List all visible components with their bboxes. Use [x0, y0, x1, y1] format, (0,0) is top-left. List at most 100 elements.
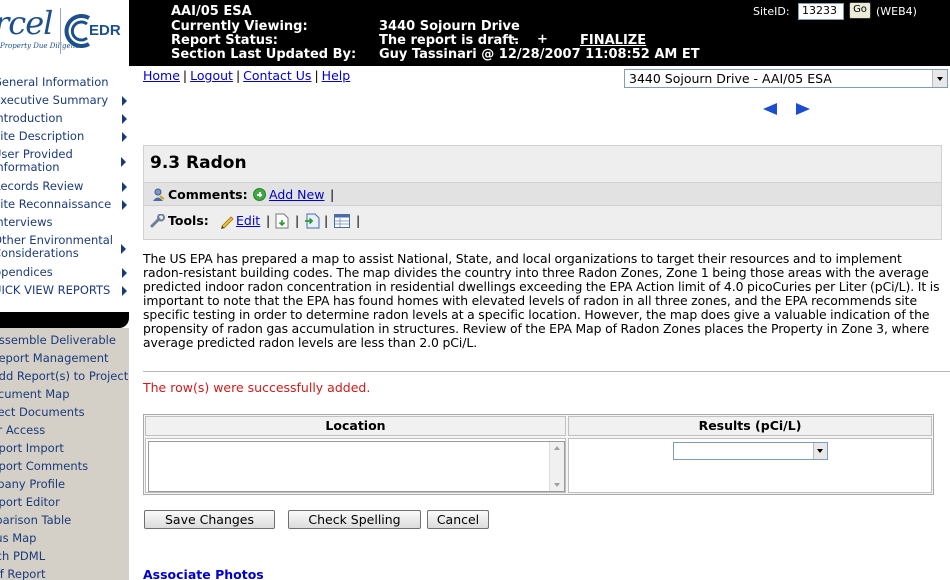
dropdown-arrow-icon — [813, 443, 827, 459]
column-header-results: Results (pCi/L) — [568, 416, 932, 436]
report-section-nav: General Information Executive Summary In… — [0, 66, 129, 326]
status-message: The row(s) were successfully added. — [143, 380, 371, 395]
nav-item-appendices[interactable]: Appendices — [0, 266, 129, 279]
link-separator: | — [235, 68, 241, 83]
chevron-right-icon — [121, 244, 126, 254]
export-document-icon[interactable] — [275, 213, 289, 229]
scrollbar[interactable] — [549, 442, 564, 491]
nav-item-records-review[interactable]: Records Review — [0, 180, 129, 193]
nav-project-documents[interactable]: Project Documents — [0, 405, 129, 419]
results-select[interactable] — [673, 442, 828, 460]
chevron-right-icon — [122, 114, 127, 124]
chevron-right-icon — [121, 157, 126, 167]
add-new-comment-link[interactable]: Add New — [269, 187, 324, 202]
nav-report-editor[interactable]: Report Editor — [0, 495, 129, 509]
siteid-input[interactable]: 13233 — [798, 3, 844, 20]
nav-item-general-information[interactable]: General Information — [0, 76, 129, 89]
nav-item-user-provided-information[interactable]: User Provided Information — [0, 148, 105, 176]
nav-company-profile[interactable]: Company Profile — [0, 477, 129, 491]
company-logo[interactable]: rcel Property Due Diligence EDR — [0, 0, 129, 66]
nav-report-import[interactable]: Report Import — [0, 441, 129, 455]
report-select-value: 3440 Sojourn Drive - AAI/05 ESA — [629, 71, 832, 86]
section-title: 9.3 Radon — [150, 153, 247, 173]
contact-us-link[interactable]: Contact Us — [243, 68, 311, 83]
go-button[interactable]: Go — [849, 2, 871, 19]
nav-item-executive-summary[interactable]: Executive Summary — [0, 94, 129, 107]
home-link[interactable]: Home — [143, 68, 180, 83]
nav-item-site-description[interactable]: Site Description — [0, 130, 129, 143]
table-cell-location — [145, 438, 566, 493]
previous-section-icon[interactable] — [763, 103, 777, 115]
nav-user-access[interactable]: User Access — [0, 423, 129, 437]
table-icon[interactable] — [334, 214, 350, 228]
check-spelling-button[interactable]: Check Spelling — [288, 510, 421, 529]
logo-edr-text: EDR — [89, 22, 121, 39]
table-cell-results — [568, 438, 932, 493]
cancel-button[interactable]: Cancel — [427, 510, 489, 529]
section-panel: 9.3 Radon Comments: Add New | Tools: Edi… — [143, 145, 942, 240]
scroll-down-icon[interactable] — [554, 483, 560, 487]
server-label: (WEB4) — [876, 5, 917, 18]
nav-report-management[interactable]: Report Management — [0, 351, 129, 365]
dropdown-arrow-icon — [932, 70, 947, 87]
logout-link[interactable]: Logout — [190, 68, 233, 83]
collapse-status-button[interactable]: – — [512, 33, 519, 47]
nav-add-reports-to-project[interactable]: Add Report(s) to Project — [0, 369, 129, 383]
nav-radius-map[interactable]: Radius Map — [0, 531, 129, 545]
logo-divider — [60, 8, 61, 54]
chevron-right-icon — [122, 268, 127, 278]
chevron-right-icon — [122, 96, 127, 106]
edit-link[interactable]: Edit — [236, 213, 260, 228]
nav-report-comments[interactable]: Report Comments — [0, 459, 129, 473]
last-updated-value: Guy Tassinari @ 12/28/2007 11:08:52 AM E… — [379, 47, 700, 62]
header-bar: rcel Property Due Diligence EDR AAI/05 E… — [0, 0, 950, 66]
import-document-icon[interactable] — [304, 213, 320, 229]
separator: | — [356, 213, 361, 228]
nav-item-site-reconnaissance[interactable]: Site Reconnaissance — [0, 198, 129, 211]
nav-staff-report[interactable]: Staff Report — [0, 567, 129, 580]
separator: | — [330, 187, 335, 202]
chevron-right-icon — [122, 182, 127, 192]
comments-label: Comments: — [168, 187, 248, 202]
separator: | — [266, 213, 271, 228]
expand-status-button[interactable]: + — [537, 33, 548, 47]
nav-item-quick-view-reports[interactable]: QUICK VIEW REPORTS — [0, 284, 129, 297]
associate-photos-link[interactable]: Associate Photos — [143, 567, 264, 580]
nav-assemble-deliverable[interactable]: Assemble Deliverable — [0, 333, 129, 347]
radon-results-table: Location Results (pCi/L) — [143, 414, 934, 495]
nav-attach-pdml[interactable]: Attach PDML — [0, 549, 129, 563]
section-body-text: The US EPA has prepared a map to assist … — [143, 251, 940, 350]
chevron-right-icon — [122, 200, 127, 210]
separator: | — [295, 213, 300, 228]
next-section-icon[interactable] — [796, 103, 810, 115]
location-textarea[interactable] — [148, 441, 565, 492]
last-updated-label: Section Last Updated By: — [171, 47, 357, 62]
horizontal-divider — [143, 371, 950, 372]
report-select[interactable]: 3440 Sojourn Drive - AAI/05 ESA — [624, 69, 948, 88]
tools-row: Tools: Edit | | | | — [144, 209, 941, 233]
nav-item-other-environmental-considerations[interactable]: Other Environmental Considerations — [0, 234, 113, 262]
nav-comparison-table[interactable]: Comparison Table — [0, 513, 129, 527]
nav-divider — [0, 312, 129, 328]
wrench-icon — [150, 214, 165, 228]
nav-item-introduction[interactable]: Introduction — [0, 112, 129, 125]
siteid-label: SiteID: — [753, 5, 790, 18]
nav-item-interviews[interactable]: Interviews — [0, 216, 129, 229]
add-icon[interactable] — [253, 188, 266, 201]
report-status-value: The report is draft. — [379, 33, 520, 48]
currently-viewing-value: 3440 Sojourn Drive — [379, 19, 520, 34]
save-changes-button[interactable]: Save Changes — [144, 510, 275, 529]
scroll-up-icon[interactable] — [554, 446, 560, 450]
link-separator: | — [182, 68, 188, 83]
chevron-right-icon — [122, 286, 127, 296]
finalize-link[interactable]: FINALIZE — [580, 34, 646, 48]
report-type: AAI/05 ESA — [171, 4, 252, 19]
column-header-location: Location — [145, 416, 566, 436]
link-separator: | — [314, 68, 319, 83]
comment-icon — [153, 188, 165, 201]
pencil-icon — [221, 216, 234, 229]
nav-document-map[interactable]: Document Map — [0, 387, 129, 401]
tools-nav: Assemble Deliverable Report Management A… — [0, 328, 129, 580]
help-link[interactable]: Help — [322, 68, 351, 83]
logo-parcel-text: rcel — [0, 4, 53, 42]
